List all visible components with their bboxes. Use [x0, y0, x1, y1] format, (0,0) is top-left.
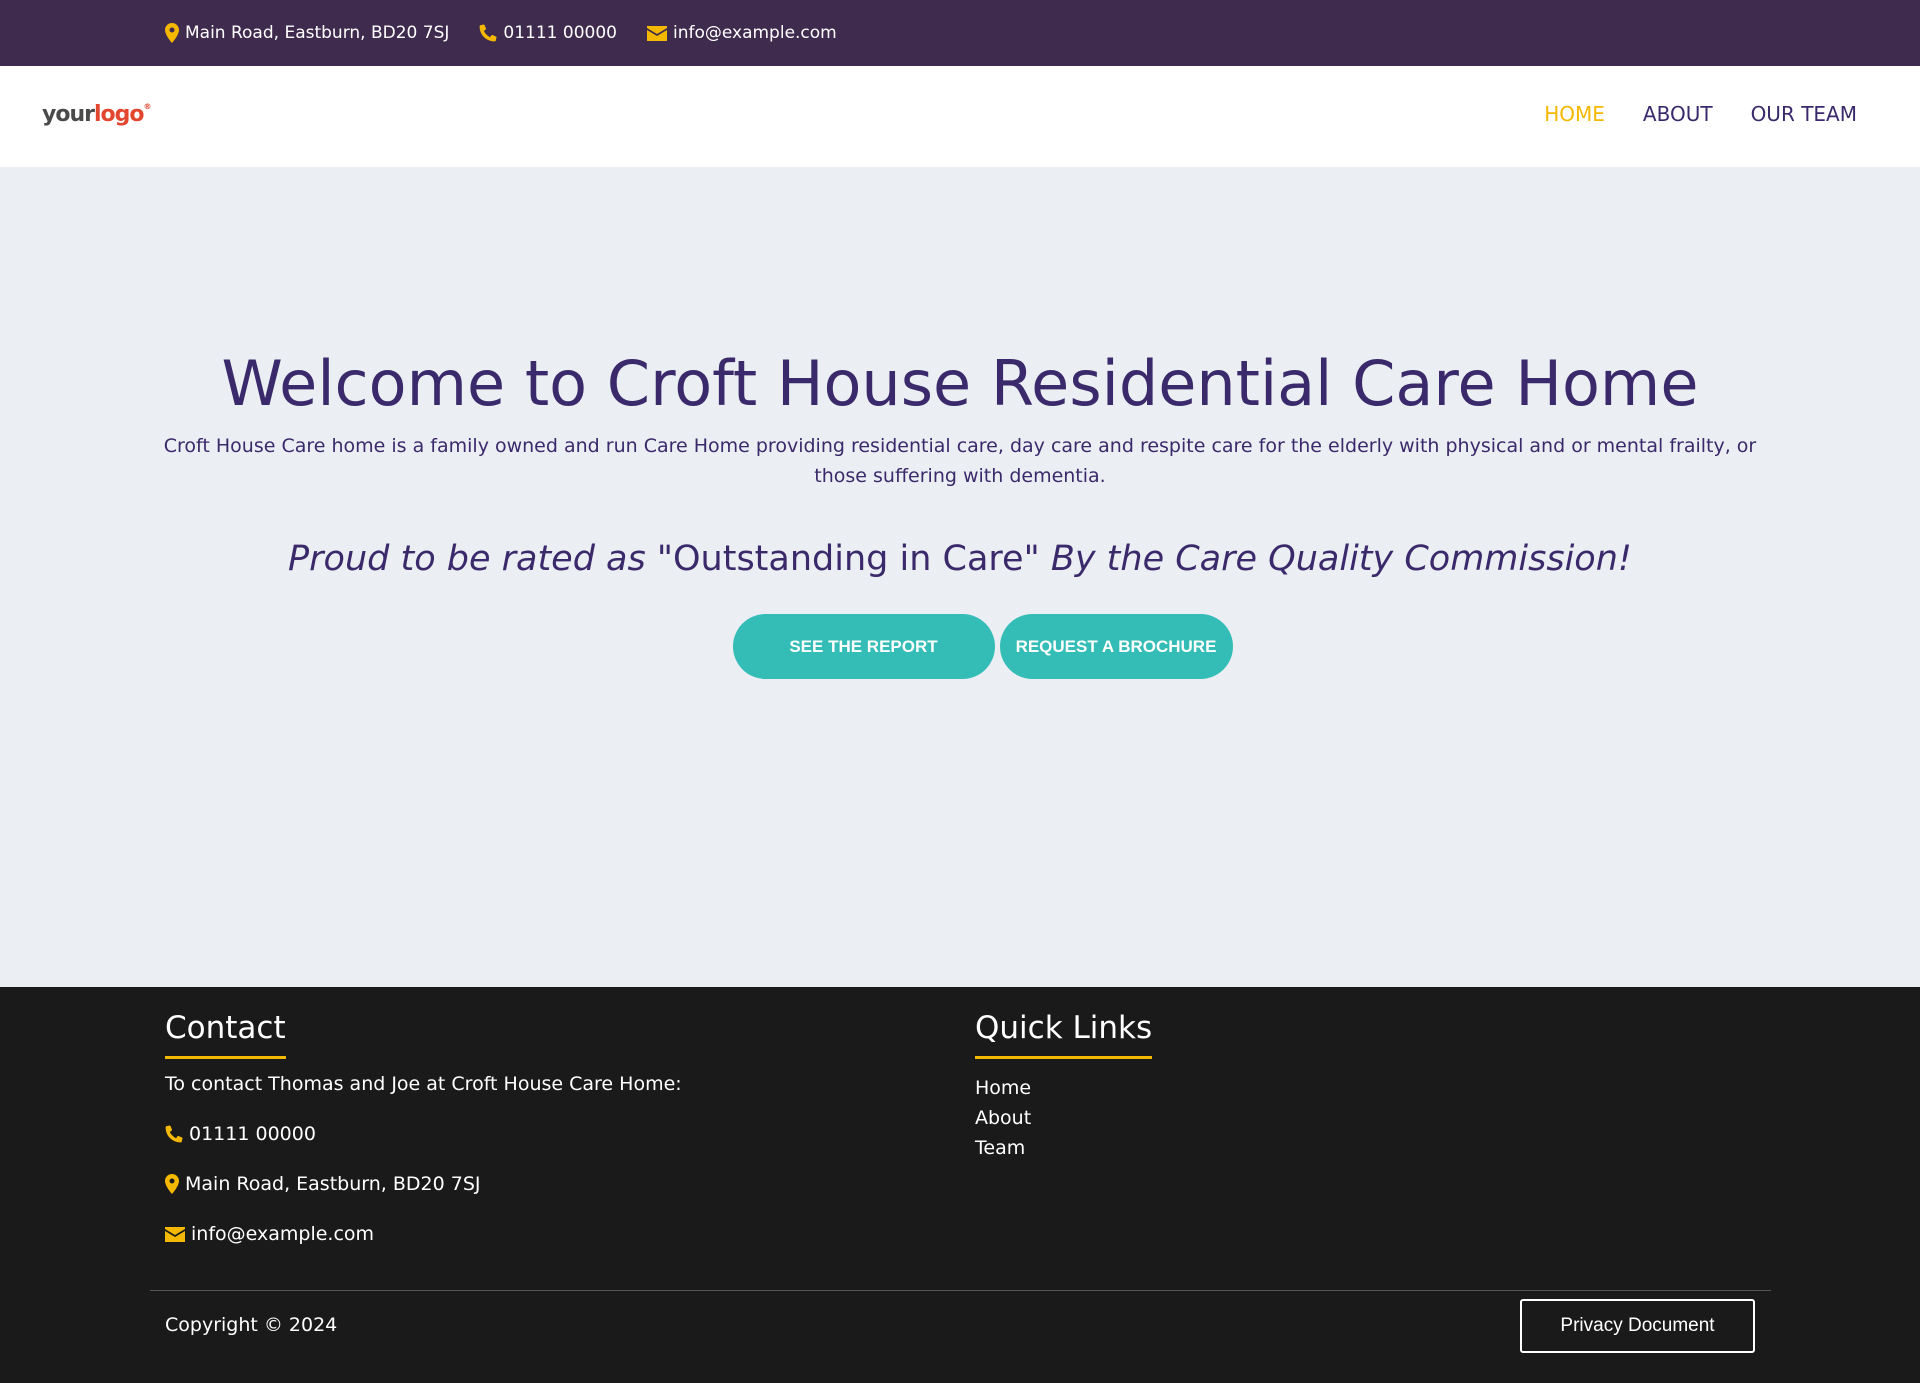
topbar-phone-text: 01111 00000 — [503, 23, 617, 43]
footer-phone-text: 01111 00000 — [189, 1123, 316, 1145]
site-header: yourlogo® HOME ABOUT OUR TEAM — [0, 66, 1920, 167]
logo-part-logo: logo — [93, 102, 145, 127]
topbar-email-text: info@example.com — [672, 23, 837, 43]
footer-email[interactable]: info@example.com — [165, 1223, 682, 1245]
topbar-phone[interactable]: 01111 00000 — [479, 23, 617, 43]
footer-email-text: info@example.com — [191, 1223, 375, 1245]
footer-contact-heading: Contact — [165, 1010, 286, 1059]
quick-link-home[interactable]: Home — [975, 1073, 1152, 1103]
envelope-icon — [646, 25, 667, 41]
quick-links-list: Home About Team — [975, 1073, 1152, 1163]
topbar-address-text: Main Road, Eastburn, BD20 7SJ — [185, 23, 450, 43]
map-marker-icon — [165, 1174, 179, 1194]
envelope-icon — [165, 1226, 185, 1242]
footer-divider — [150, 1290, 1771, 1291]
map-marker-icon — [165, 23, 179, 43]
phone-icon — [165, 1125, 183, 1143]
privacy-document-button[interactable]: Privacy Document — [1520, 1299, 1755, 1353]
hero-rating: Proud to be rated as "Outstanding in Car… — [0, 539, 1920, 579]
site-logo[interactable]: yourlogo® — [42, 102, 152, 127]
copyright-text: Copyright © 2024 — [165, 1314, 338, 1336]
hero-description: Croft House Care home is a family owned … — [163, 435, 1757, 487]
phone-icon — [479, 24, 497, 42]
footer-contact-intro: To contact Thomas and Joe at Croft House… — [165, 1073, 682, 1095]
footer-phone[interactable]: 01111 00000 — [165, 1123, 682, 1145]
logo-part-your: your — [42, 102, 95, 127]
footer-address: Main Road, Eastburn, BD20 7SJ — [165, 1173, 682, 1195]
hero-title: Welcome to Croft House Residential Care … — [221, 347, 1699, 420]
main-navigation: HOME ABOUT OUR TEAM — [1544, 102, 1857, 126]
hero-buttons: SEE THE REPORT REQUEST A BROCHURE — [0, 614, 1920, 679]
rating-suffix: By the Care Quality Commission! — [1050, 539, 1632, 579]
footer-address-text: Main Road, Eastburn, BD20 7SJ — [185, 1173, 481, 1195]
hero-section: Welcome to Croft House Residential Care … — [0, 167, 1920, 987]
topbar-address: Main Road, Eastburn, BD20 7SJ — [165, 23, 449, 43]
see-report-button[interactable]: SEE THE REPORT — [732, 614, 995, 679]
footer-contact-column: Contact To contact Thomas and Joe at Cro… — [165, 987, 682, 1245]
topbar-email[interactable]: info@example.com — [646, 23, 837, 43]
nav-our-team[interactable]: OUR TEAM — [1751, 102, 1857, 126]
site-footer: Contact To contact Thomas and Joe at Cro… — [0, 987, 1920, 1383]
top-info-bar: Main Road, Eastburn, BD20 7SJ 01111 0000… — [0, 0, 1920, 66]
footer-links-heading: Quick Links — [975, 1010, 1153, 1059]
logo-registered-mark: ® — [143, 102, 152, 111]
footer-links-column: Quick Links Home About Team — [975, 987, 1153, 1163]
quick-link-about[interactable]: About — [975, 1103, 1152, 1133]
rating-quote: "Outstanding in Care" — [656, 539, 1040, 579]
rating-prefix: Proud to be rated as — [288, 539, 646, 579]
nav-about[interactable]: ABOUT — [1643, 102, 1713, 126]
quick-link-team[interactable]: Team — [975, 1133, 1152, 1163]
request-brochure-button[interactable]: REQUEST A BROCHURE — [999, 614, 1233, 679]
nav-home[interactable]: HOME — [1544, 102, 1605, 126]
